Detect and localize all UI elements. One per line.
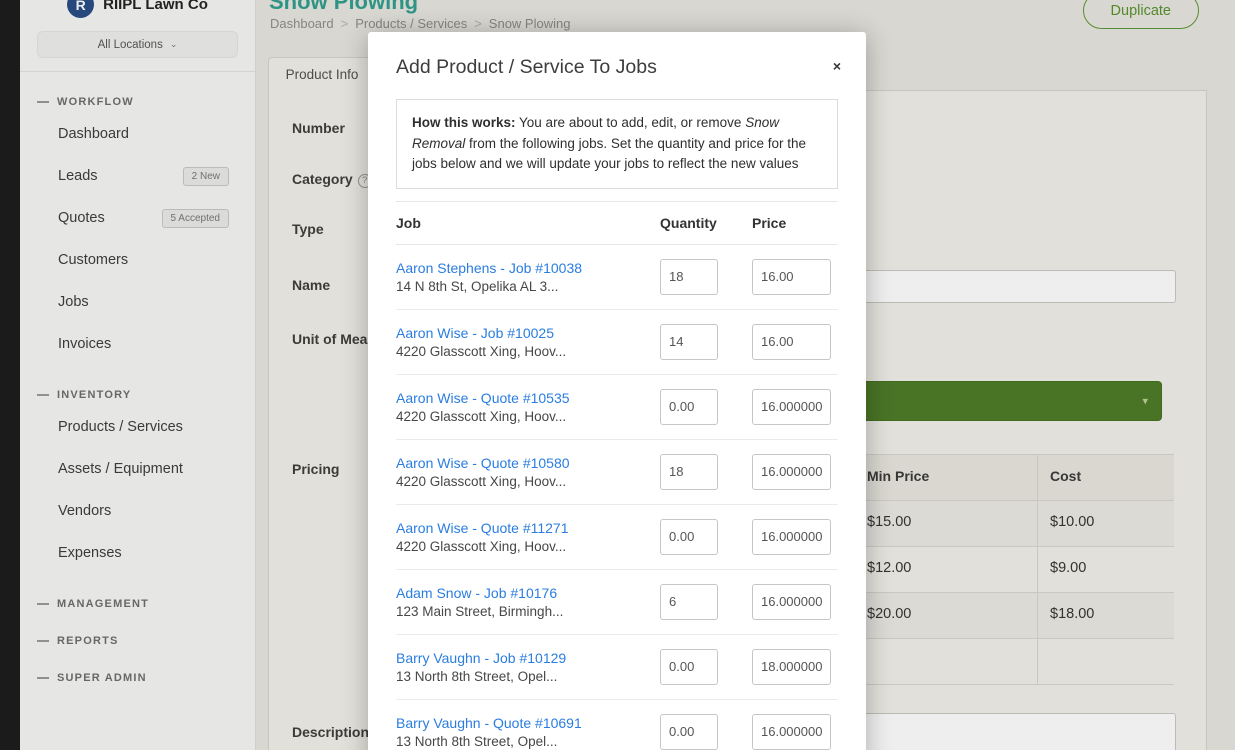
price-cell — [752, 324, 838, 360]
job-cell: Adam Snow - Job #10176 123 Main Street, B… — [396, 585, 660, 619]
quantity-input[interactable] — [660, 584, 718, 620]
price-input[interactable] — [752, 519, 831, 555]
jobs-header-price: Price — [752, 215, 838, 231]
job-cell: Aaron Wise - Quote #10580 4220 Glasscott … — [396, 455, 660, 489]
job-address: 4220 Glasscott Xing, Hoov... — [396, 474, 648, 489]
quantity-cell — [660, 714, 752, 750]
jobs-header-job: Job — [396, 215, 660, 231]
job-cell: Barry Vaughn - Job #10129 13 North 8th St… — [396, 650, 660, 684]
job-address: 13 North 8th Street, Opel... — [396, 734, 648, 749]
jobs-header-quantity: Quantity — [660, 215, 752, 231]
job-row: Barry Vaughn - Job #10129 13 North 8th St… — [396, 635, 838, 700]
price-input[interactable] — [752, 649, 831, 685]
quantity-input[interactable] — [660, 324, 718, 360]
job-link[interactable]: Aaron Wise - Quote #11271 — [396, 520, 648, 536]
job-cell: Aaron Wise - Job #10025 4220 Glasscott Xi… — [396, 325, 660, 359]
price-input[interactable] — [752, 584, 831, 620]
modal-intro: How this works: You are about to add, ed… — [396, 99, 838, 189]
job-address: 123 Main Street, Birmingh... — [396, 604, 648, 619]
quantity-input[interactable] — [660, 649, 718, 685]
quantity-input[interactable] — [660, 389, 718, 425]
price-input[interactable] — [752, 714, 831, 750]
close-icon[interactable]: × — [827, 58, 847, 74]
jobs-table-header: Job Quantity Price — [396, 201, 838, 245]
job-link[interactable]: Aaron Stephens - Job #10038 — [396, 260, 648, 276]
price-cell — [752, 519, 838, 555]
modal-jobs-body: Aaron Stephens - Job #10038 14 N 8th St, … — [396, 245, 838, 750]
quantity-input[interactable] — [660, 519, 718, 555]
job-link[interactable]: Barry Vaughn - Job #10129 — [396, 650, 648, 666]
price-cell — [752, 389, 838, 425]
quantity-cell — [660, 584, 752, 620]
job-address: 13 North 8th Street, Opel... — [396, 669, 648, 684]
intro-text-before: You are about to add, edit, or remove — [516, 115, 746, 130]
job-row: Aaron Wise - Job #10025 4220 Glasscott Xi… — [396, 310, 838, 375]
quantity-cell — [660, 649, 752, 685]
price-cell — [752, 714, 838, 750]
job-row: Aaron Stephens - Job #10038 14 N 8th St, … — [396, 245, 838, 310]
job-link[interactable]: Adam Snow - Job #10176 — [396, 585, 648, 601]
price-cell — [752, 649, 838, 685]
price-input[interactable] — [752, 259, 831, 295]
price-input[interactable] — [752, 454, 831, 490]
job-row: Barry Vaughn - Quote #10691 13 North 8th … — [396, 700, 838, 750]
job-cell: Aaron Stephens - Job #10038 14 N 8th St, … — [396, 260, 660, 294]
modal-jobs-table: Job Quantity Price Aaron Stephens - Job … — [396, 201, 838, 750]
app-root: R RIIPL Lawn Co All Locations ⌄ WORKFLOW… — [0, 0, 1235, 750]
price-input[interactable] — [752, 389, 831, 425]
job-cell: Barry Vaughn - Quote #10691 13 North 8th … — [396, 715, 660, 749]
quantity-cell — [660, 324, 752, 360]
price-input[interactable] — [752, 324, 831, 360]
intro-lead: How this works: — [412, 115, 516, 130]
quantity-input[interactable] — [660, 714, 718, 750]
job-cell: Aaron Wise - Quote #10535 4220 Glasscott … — [396, 390, 660, 424]
price-cell — [752, 584, 838, 620]
job-row: Aaron Wise - Quote #10535 4220 Glasscott … — [396, 375, 838, 440]
job-link[interactable]: Aaron Wise - Quote #10535 — [396, 390, 648, 406]
job-row: Aaron Wise - Quote #10580 4220 Glasscott … — [396, 440, 838, 505]
job-address: 4220 Glasscott Xing, Hoov... — [396, 409, 648, 424]
job-address: 4220 Glasscott Xing, Hoov... — [396, 539, 648, 554]
quantity-cell — [660, 259, 752, 295]
intro-text-after: from the following jobs. Set the quantit… — [412, 136, 806, 172]
job-link[interactable]: Aaron Wise - Job #10025 — [396, 325, 648, 341]
price-cell — [752, 454, 838, 490]
job-address: 4220 Glasscott Xing, Hoov... — [396, 344, 648, 359]
quantity-cell — [660, 519, 752, 555]
modal-header: Add Product / Service To Jobs × — [368, 32, 866, 89]
modal-title: Add Product / Service To Jobs — [396, 56, 838, 79]
job-link[interactable]: Aaron Wise - Quote #10580 — [396, 455, 648, 471]
quantity-cell — [660, 389, 752, 425]
job-row: Adam Snow - Job #10176 123 Main Street, B… — [396, 570, 838, 635]
job-row: Aaron Wise - Quote #11271 4220 Glasscott … — [396, 505, 838, 570]
quantity-cell — [660, 454, 752, 490]
job-link[interactable]: Barry Vaughn - Quote #10691 — [396, 715, 648, 731]
quantity-input[interactable] — [660, 259, 718, 295]
price-cell — [752, 259, 838, 295]
add-product-service-modal: Add Product / Service To Jobs × How this… — [368, 32, 866, 750]
quantity-input[interactable] — [660, 454, 718, 490]
job-address: 14 N 8th St, Opelika AL 3... — [396, 279, 648, 294]
job-cell: Aaron Wise - Quote #11271 4220 Glasscott … — [396, 520, 660, 554]
